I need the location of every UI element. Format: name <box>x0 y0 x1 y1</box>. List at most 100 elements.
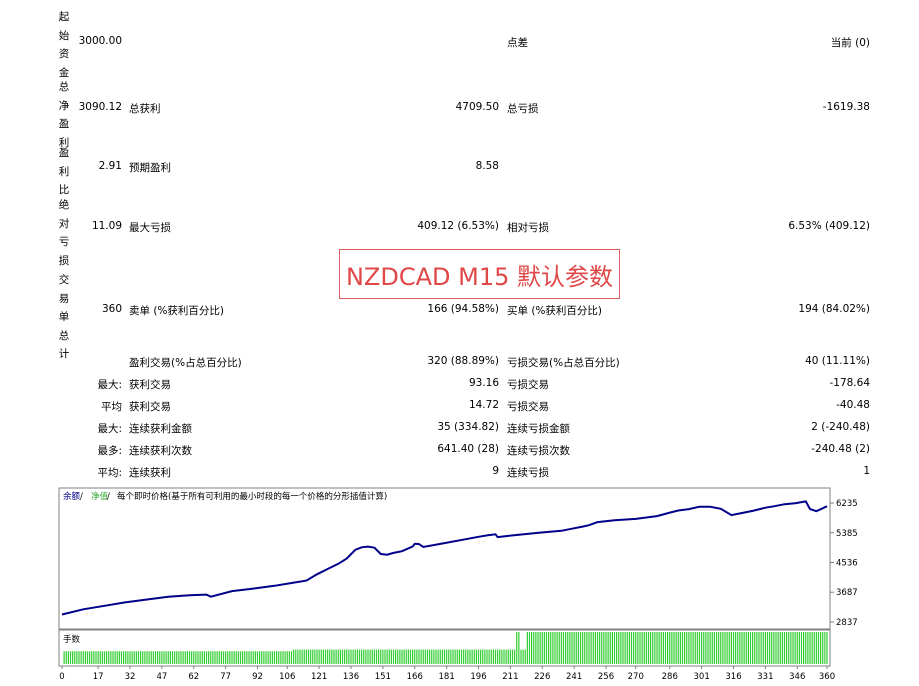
expected-payoff-label: 预期盈利 <box>129 162 171 174</box>
lot-bar <box>813 632 815 664</box>
y-axis-ticks: 6235 5385 4536 3687 2837 <box>830 499 858 628</box>
lot-bar <box>205 651 208 664</box>
row-right-label: 连续亏损 <box>507 467 549 479</box>
lot-bar <box>405 649 407 664</box>
lot-bar <box>807 632 809 664</box>
lot-bar <box>135 651 137 664</box>
lot-bar <box>754 632 756 664</box>
expected-payoff-value: 8.58 <box>475 160 499 172</box>
lot-bar <box>116 651 118 664</box>
lot-bar <box>601 632 603 664</box>
lot-bar <box>297 649 299 664</box>
lot-bar <box>760 632 762 664</box>
row-left-value: 14.72 <box>468 399 499 411</box>
lot-bar <box>80 651 82 664</box>
lot-bar <box>720 632 722 664</box>
lot-bar <box>592 632 594 664</box>
lot-bar <box>558 632 560 664</box>
row-right-value: -178.64 <box>829 377 870 389</box>
lot-bar <box>390 649 392 664</box>
lot-bar <box>220 651 222 664</box>
lot-bar <box>811 632 813 664</box>
lot-bar <box>250 651 252 664</box>
lot-bar <box>395 649 397 664</box>
legend-balance: 余额 <box>63 491 81 502</box>
lot-bar <box>344 649 346 664</box>
lot-bar <box>435 649 437 664</box>
lot-bar <box>626 632 628 664</box>
y-tick-label: 4536 <box>836 559 858 569</box>
lot-bar <box>89 651 91 664</box>
lot-bar <box>335 649 337 664</box>
row-left-label: 获利交易 <box>129 379 171 391</box>
lot-bar <box>752 632 754 664</box>
lot-bar <box>403 649 405 664</box>
row-prefix: 最大: <box>97 379 122 391</box>
lot-bar <box>446 649 448 664</box>
x-tick-label: 92 <box>252 672 263 682</box>
lot-bar <box>618 632 620 664</box>
lot-bar <box>673 632 675 664</box>
x-tick-label: 47 <box>156 672 167 682</box>
lot-bar <box>203 651 205 664</box>
lot-bar <box>140 651 142 664</box>
row-right-label: 亏损交易 <box>507 379 549 391</box>
lot-bar <box>165 651 167 664</box>
total-trades-label: 交易单总计 <box>58 274 70 361</box>
lot-bar <box>794 632 796 664</box>
row-left-label: 连续获利次数 <box>129 445 192 457</box>
row-right-value: -40.48 <box>836 399 870 411</box>
lot-bar <box>239 651 242 664</box>
lot-bar <box>225 651 227 664</box>
lot-bar <box>454 649 456 664</box>
lot-bar <box>450 649 452 664</box>
lot-bar <box>605 632 607 664</box>
lot-bar <box>95 651 97 664</box>
lot-bar <box>522 649 524 664</box>
lot-bar <box>507 649 509 664</box>
lot-bar <box>322 649 324 664</box>
lot-bar <box>112 651 114 664</box>
row-right-value: 40 (11.11%) <box>805 355 870 367</box>
lot-bar <box>586 632 588 664</box>
lot-bar <box>193 651 195 664</box>
lot-bar <box>273 651 276 664</box>
lot-bar <box>613 632 616 664</box>
lot-bar <box>826 632 828 664</box>
lot-bar <box>271 651 273 664</box>
lot-bar <box>197 651 199 664</box>
lot-bar <box>337 649 339 664</box>
lot-bar <box>509 649 511 664</box>
lot-bar <box>575 632 577 664</box>
lot-bar <box>110 651 112 664</box>
lot-bar <box>562 632 565 664</box>
x-tick-label: 270 <box>628 672 644 682</box>
lot-bar <box>63 651 65 664</box>
lot-bar <box>730 632 732 664</box>
lot-bar <box>237 651 239 664</box>
x-tick-label: 0 <box>59 672 64 682</box>
lot-bar <box>263 651 265 664</box>
lot-bar <box>452 649 454 664</box>
gross-loss-value: -1619.38 <box>822 101 870 113</box>
lot-bar <box>163 651 165 664</box>
lot-bar <box>288 651 290 664</box>
lot-bar <box>307 649 310 664</box>
lot-bar <box>820 632 822 664</box>
lot-bar <box>477 649 480 664</box>
lot-bar <box>694 632 696 664</box>
lot-bar <box>724 632 726 664</box>
lot-bar <box>499 649 501 664</box>
profit-factor-label: 盈利比 <box>58 147 70 197</box>
x-tick-label: 226 <box>534 672 550 682</box>
x-tick-label: 136 <box>343 672 359 682</box>
lot-bar <box>108 651 110 664</box>
lot-bar <box>137 651 140 664</box>
lot-bar <box>384 649 386 664</box>
lot-bar <box>433 649 435 664</box>
lot-bar <box>373 649 375 664</box>
lots-label: 手数 <box>63 634 81 645</box>
lot-bar <box>367 649 369 664</box>
lot-bar <box>131 651 133 664</box>
row-right-label: 连续亏损金额 <box>507 423 570 435</box>
